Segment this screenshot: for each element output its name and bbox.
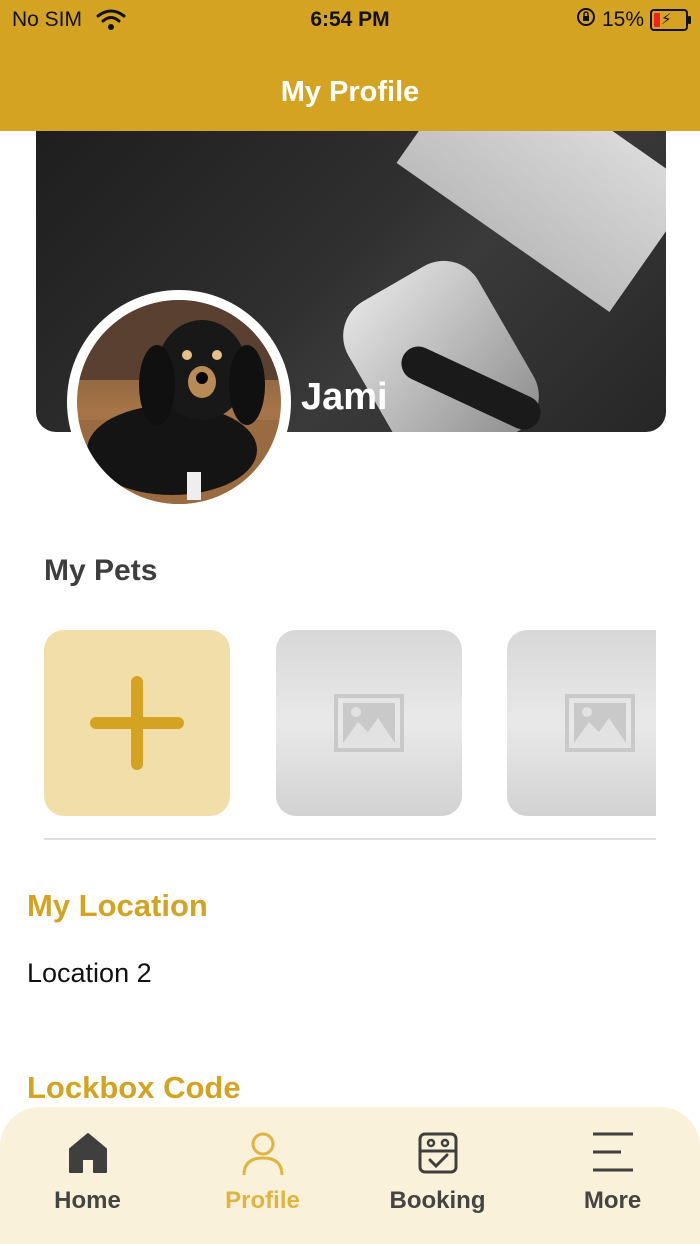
- pet-card[interactable]: [276, 630, 462, 816]
- battery-icon: ⚡: [650, 9, 691, 31]
- add-pet-button[interactable]: [44, 630, 230, 816]
- tab-home-label: Home: [54, 1187, 121, 1214]
- location-value[interactable]: Location 2: [27, 958, 152, 989]
- home-icon: [0, 1131, 175, 1179]
- tab-booking[interactable]: Booking: [350, 1107, 525, 1244]
- profile-name: Jami: [301, 376, 388, 418]
- status-right: 15% ⚡: [576, 7, 691, 33]
- navigation-bar: My Profile: [0, 48, 700, 131]
- my-location-title: My Location: [27, 888, 208, 923]
- my-pets-title: My Pets: [44, 554, 158, 587]
- tab-more-label: More: [583, 1187, 642, 1214]
- status-bar: No SIM 6:54 PM 15% ⚡: [0, 0, 700, 48]
- tab-booking-label: Booking: [389, 1187, 486, 1214]
- pets-carousel[interactable]: [44, 630, 656, 816]
- page-title: My Profile: [280, 76, 420, 108]
- pet-card[interactable]: [507, 630, 656, 816]
- tab-bar: Home Profile Booking More: [0, 1107, 700, 1244]
- image-placeholder-icon: [565, 694, 635, 757]
- image-placeholder-icon: [334, 694, 404, 757]
- orientation-lock-icon: [576, 7, 596, 33]
- tab-more[interactable]: More: [525, 1107, 700, 1244]
- section-divider: [44, 838, 656, 840]
- avatar[interactable]: [67, 290, 291, 514]
- avatar-photo: [77, 300, 281, 504]
- tab-profile[interactable]: Profile: [175, 1107, 350, 1244]
- calendar-check-icon: [350, 1131, 525, 1179]
- person-icon: [175, 1131, 350, 1179]
- lockbox-code-title: Lockbox Code: [27, 1070, 241, 1105]
- tab-home[interactable]: Home: [0, 1107, 175, 1244]
- battery-percent: 15%: [601, 8, 644, 31]
- tab-profile-label: Profile: [225, 1187, 300, 1214]
- menu-icon: [525, 1131, 700, 1179]
